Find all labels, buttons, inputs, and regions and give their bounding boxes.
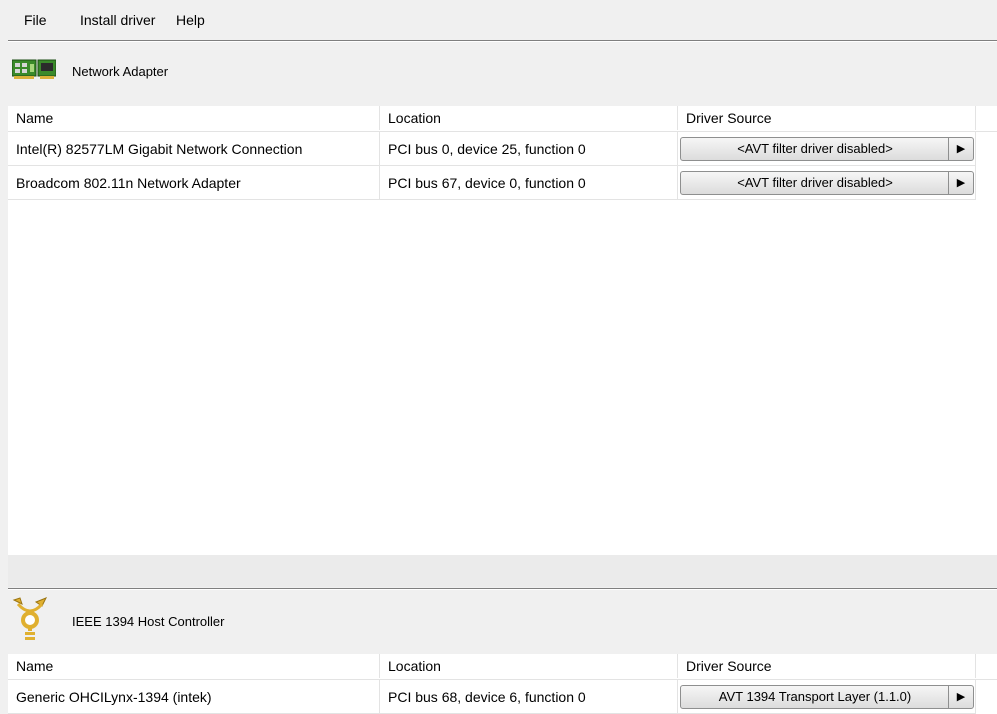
play-arrow-icon[interactable]: ▶ xyxy=(948,172,973,194)
cell-location: PCI bus 67, device 0, function 0 xyxy=(380,166,678,200)
column-header-driver-source[interactable]: Driver Source xyxy=(678,106,976,130)
column-header-name[interactable]: Name xyxy=(8,106,380,130)
cell-driver-source: <AVT filter driver disabled> ▶ xyxy=(678,166,976,200)
cell-name: Generic OHCILynx-1394 (intek) xyxy=(8,680,380,714)
menu-separator xyxy=(8,40,997,42)
section-title-ieee1394: IEEE 1394 Host Controller xyxy=(72,614,225,629)
cell-driver-source: <AVT filter driver disabled> ▶ xyxy=(678,132,976,166)
column-header-driver-source[interactable]: Driver Source xyxy=(678,654,976,678)
driver-source-button[interactable]: <AVT filter driver disabled> ▶ xyxy=(680,171,974,195)
cell-name: Intel(R) 82577LM Gigabit Network Connect… xyxy=(8,132,380,166)
section-separator xyxy=(8,588,997,590)
cell-name: Broadcom 802.11n Network Adapter xyxy=(8,166,380,200)
menu-help[interactable]: Help xyxy=(176,12,205,28)
driver-source-label: <AVT filter driver disabled> xyxy=(737,175,893,190)
driver-source-label: AVT 1394 Transport Layer (1.1.0) xyxy=(718,689,912,704)
firewire-icon xyxy=(12,596,48,642)
menu-bar: File Install driver Help xyxy=(0,0,997,40)
column-header-name[interactable]: Name xyxy=(8,654,380,678)
driver-source-button[interactable]: AVT 1394 Transport Layer (1.1.0) ▶ xyxy=(680,685,974,709)
cell-driver-source: AVT 1394 Transport Layer (1.1.0) ▶ xyxy=(678,680,976,714)
network-adapter-table: Name Location Driver Source Intel(R) 825… xyxy=(8,106,997,202)
menu-file[interactable]: File xyxy=(24,12,47,28)
play-arrow-icon[interactable]: ▶ xyxy=(948,686,973,708)
network-table-empty-area xyxy=(8,202,997,555)
table-row[interactable]: Broadcom 802.11n Network Adapter PCI bus… xyxy=(8,166,997,200)
section-title-network: Network Adapter xyxy=(72,64,169,79)
table-header: Name Location Driver Source xyxy=(8,106,997,130)
menu-install-driver[interactable]: Install driver xyxy=(80,12,155,28)
cell-location: PCI bus 0, device 25, function 0 xyxy=(380,132,678,166)
splitter-band[interactable] xyxy=(8,555,997,587)
play-arrow-icon[interactable]: ▶ xyxy=(948,138,973,160)
driver-source-label: <AVT filter driver disabled> xyxy=(737,141,893,156)
network-card-icon xyxy=(11,56,57,84)
column-header-location[interactable]: Location xyxy=(380,106,678,130)
table-row[interactable]: Generic OHCILynx-1394 (intek) PCI bus 68… xyxy=(8,679,997,714)
cell-location: PCI bus 68, device 6, function 0 xyxy=(380,680,678,714)
table-header: Name Location Driver Source xyxy=(8,654,997,678)
table-row[interactable]: Intel(R) 82577LM Gigabit Network Connect… xyxy=(8,131,997,166)
driver-source-button[interactable]: <AVT filter driver disabled> ▶ xyxy=(680,137,974,161)
ieee1394-table: Name Location Driver Source Generic OHCI… xyxy=(8,654,997,714)
column-header-location[interactable]: Location xyxy=(380,654,678,678)
